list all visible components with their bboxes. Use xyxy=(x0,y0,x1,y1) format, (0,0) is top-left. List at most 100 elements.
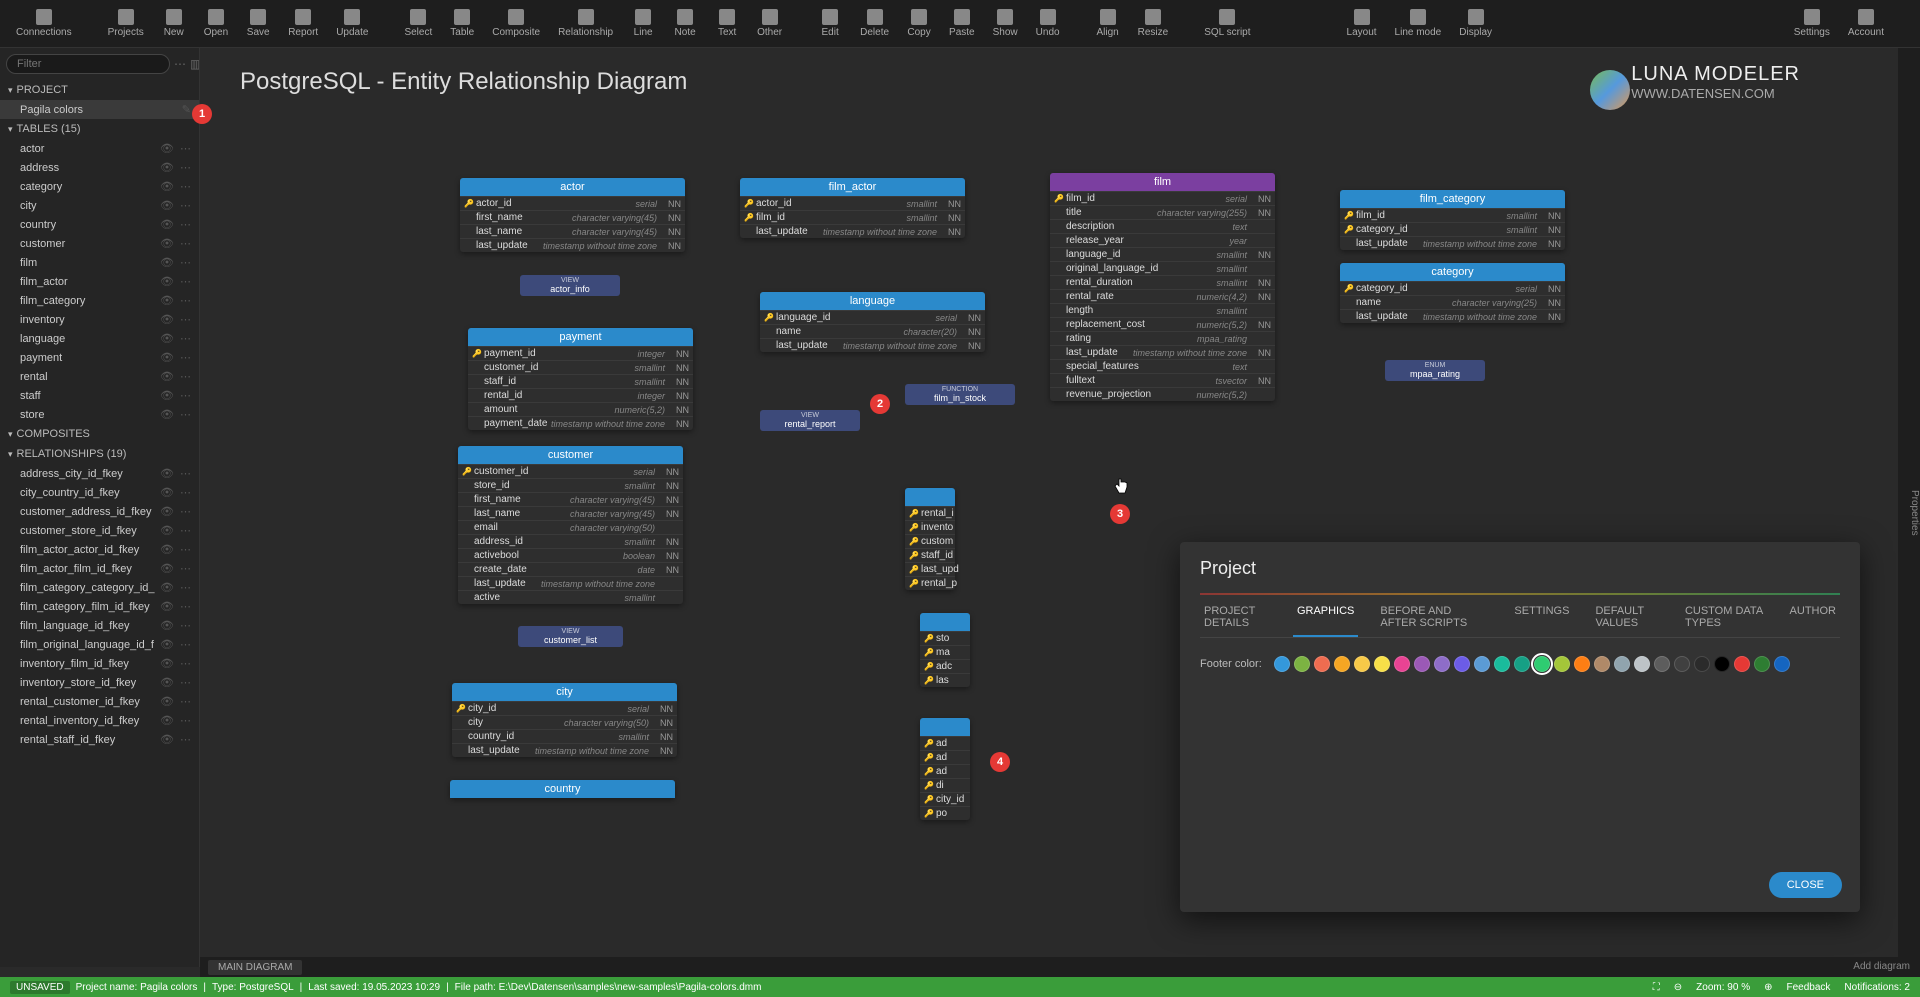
eye-icon[interactable]: 👁 xyxy=(160,389,174,402)
table-column[interactable]: descriptiontext xyxy=(1050,219,1275,233)
table-column[interactable]: rental_idintegerNN xyxy=(468,388,693,402)
toolbar-undo[interactable]: Undo xyxy=(1028,5,1068,42)
sidebar-item-customer[interactable]: customer👁⋯ xyxy=(0,234,199,253)
toolbar-table[interactable]: Table xyxy=(442,5,482,42)
table-header[interactable]: film_category xyxy=(1340,190,1565,208)
sidebar-item-customer_address_id_fkey[interactable]: customer_address_id_fkey👁⋯ xyxy=(0,502,199,521)
color-swatch[interactable] xyxy=(1654,656,1670,672)
more-icon[interactable]: ⋯ xyxy=(180,657,191,670)
table-customer[interactable]: customer🔑customer_idserialNNstore_idsmal… xyxy=(458,446,683,604)
table-column[interactable]: 🔑city_idserialNN xyxy=(452,701,677,715)
more-icon[interactable]: ⋯ xyxy=(180,142,191,155)
toolbar-other[interactable]: Other xyxy=(749,5,790,42)
toolbar-paste[interactable]: Paste xyxy=(941,5,983,42)
more-icon[interactable]: ⋯ xyxy=(180,199,191,212)
sidebar-item-film_actor[interactable]: film_actor👁⋯ xyxy=(0,272,199,291)
section-composites[interactable]: COMPOSITES xyxy=(0,424,199,444)
sidebar-item-payment[interactable]: payment👁⋯ xyxy=(0,348,199,367)
color-swatch[interactable] xyxy=(1734,656,1750,672)
sidebar-item-inventory_film_id_fkey[interactable]: inventory_film_id_fkey👁⋯ xyxy=(0,654,199,673)
eye-icon[interactable]: 👁 xyxy=(160,351,174,364)
color-swatch[interactable] xyxy=(1394,656,1410,672)
table-column[interactable]: 🔑actor_idsmallintNN xyxy=(740,196,965,210)
zoom-out-icon[interactable]: ⊖ xyxy=(1674,982,1682,993)
table-column[interactable]: address_idsmallintNN xyxy=(458,534,683,548)
table-column[interactable]: last_updatetimestamp without time zoneNN xyxy=(460,238,685,252)
color-swatch[interactable] xyxy=(1534,656,1550,672)
table-column[interactable]: last_updatetimestamp without time zoneNN xyxy=(452,743,677,757)
table-column[interactable]: language_idsmallintNN xyxy=(1050,247,1275,261)
color-swatch[interactable] xyxy=(1754,656,1770,672)
eye-icon[interactable]: 👁 xyxy=(160,524,174,537)
eye-icon[interactable]: 👁 xyxy=(160,199,174,212)
color-swatch[interactable] xyxy=(1514,656,1530,672)
eye-icon[interactable]: 👁 xyxy=(160,218,174,231)
tab-before-and-after-scripts[interactable]: BEFORE AND AFTER SCRIPTS xyxy=(1376,599,1492,637)
sidebar-item-film_actor_actor_id_fkey[interactable]: film_actor_actor_id_fkey👁⋯ xyxy=(0,540,199,559)
more-icon[interactable]: ⋯ xyxy=(180,733,191,746)
diagram-canvas[interactable]: PostgreSQL - Entity Relationship Diagram… xyxy=(200,48,1920,967)
table-column[interactable]: revenue_projectionnumeric(5,2) xyxy=(1050,387,1275,401)
more-icon[interactable]: ⋯ xyxy=(180,370,191,383)
table-country[interactable]: country xyxy=(450,780,675,798)
sidebar-item-film_original_language_id_f[interactable]: film_original_language_id_f👁⋯ xyxy=(0,635,199,654)
table-payment[interactable]: payment🔑payment_idintegerNNcustomer_idsm… xyxy=(468,328,693,430)
table-column[interactable]: last_updatetimestamp without time zoneNN xyxy=(1050,345,1275,359)
eye-icon[interactable]: 👁 xyxy=(160,180,174,193)
more-icon[interactable]: ⋯ xyxy=(180,161,191,174)
table-column[interactable]: original_language_idsmallint xyxy=(1050,261,1275,275)
eye-icon[interactable]: 👁 xyxy=(160,275,174,288)
table-column[interactable]: replacement_costnumeric(5,2)NN xyxy=(1050,317,1275,331)
color-swatch[interactable] xyxy=(1294,656,1310,672)
more-icon[interactable]: ⋯ xyxy=(180,486,191,499)
toolbar-layout[interactable]: Layout xyxy=(1339,5,1385,42)
sidebar-item-inventory_store_id_fkey[interactable]: inventory_store_id_fkey👁⋯ xyxy=(0,673,199,692)
eye-icon[interactable]: 👁 xyxy=(160,562,174,575)
toolbar-connections[interactable]: Connections xyxy=(8,5,80,42)
tab-main-diagram[interactable]: MAIN DIAGRAM xyxy=(208,960,302,975)
color-swatch[interactable] xyxy=(1334,656,1350,672)
color-swatch[interactable] xyxy=(1494,656,1510,672)
more-icon[interactable]: ⋯ xyxy=(180,332,191,345)
eye-icon[interactable]: 👁 xyxy=(160,370,174,383)
table-column[interactable]: 🔑language_idserialNN xyxy=(760,310,985,324)
table-header[interactable]: city xyxy=(452,683,677,701)
more-icon[interactable]: ⋯ xyxy=(180,218,191,231)
sidebar-item-customer_store_id_fkey[interactable]: customer_store_id_fkey👁⋯ xyxy=(0,521,199,540)
table-header[interactable]: payment xyxy=(468,328,693,346)
more-icon[interactable]: ⋯ xyxy=(180,524,191,537)
color-swatch[interactable] xyxy=(1694,656,1710,672)
sidebar-item-film_category[interactable]: film_category👁⋯ xyxy=(0,291,199,310)
sidebar-item-rental[interactable]: rental👁⋯ xyxy=(0,367,199,386)
eye-icon[interactable]: 👁 xyxy=(160,408,174,421)
eye-icon[interactable]: 👁 xyxy=(160,142,174,155)
color-swatch[interactable] xyxy=(1434,656,1450,672)
more-icon[interactable]: ⋯ xyxy=(180,638,191,651)
eye-icon[interactable]: 👁 xyxy=(160,714,174,727)
table-column[interactable]: namecharacter(20)NN xyxy=(760,324,985,338)
color-swatch[interactable] xyxy=(1714,656,1730,672)
eye-icon[interactable]: 👁 xyxy=(160,467,174,480)
color-swatch[interactable] xyxy=(1374,656,1390,672)
toolbar-resize[interactable]: Resize xyxy=(1130,5,1177,42)
table-column[interactable]: 🔑category_idserialNN xyxy=(1340,281,1565,295)
color-swatch[interactable] xyxy=(1614,656,1630,672)
toolbar-line[interactable]: Line xyxy=(623,5,663,42)
tab-graphics[interactable]: GRAPHICS xyxy=(1293,599,1358,637)
section-project[interactable]: PROJECT xyxy=(0,80,199,100)
table-column[interactable]: emailcharacter varying(50) xyxy=(458,520,683,534)
color-swatch[interactable] xyxy=(1314,656,1330,672)
table-header[interactable]: actor xyxy=(460,178,685,196)
sidebar-item-staff[interactable]: staff👁⋯ xyxy=(0,386,199,405)
toolbar-select[interactable]: Select xyxy=(396,5,440,42)
toolbar-save[interactable]: Save xyxy=(238,5,278,42)
table-header[interactable]: country xyxy=(450,780,675,798)
color-swatch[interactable] xyxy=(1574,656,1590,672)
eye-icon[interactable]: 👁 xyxy=(160,161,174,174)
more-icon[interactable]: ⋯ xyxy=(180,256,191,269)
more-icon[interactable]: ⋯ xyxy=(180,600,191,613)
table-header[interactable]: category xyxy=(1340,263,1565,281)
table-column[interactable]: 🔑category_idsmallintNN xyxy=(1340,222,1565,236)
eye-icon[interactable]: 👁 xyxy=(160,600,174,613)
toolbar-account[interactable]: Account xyxy=(1840,5,1892,42)
